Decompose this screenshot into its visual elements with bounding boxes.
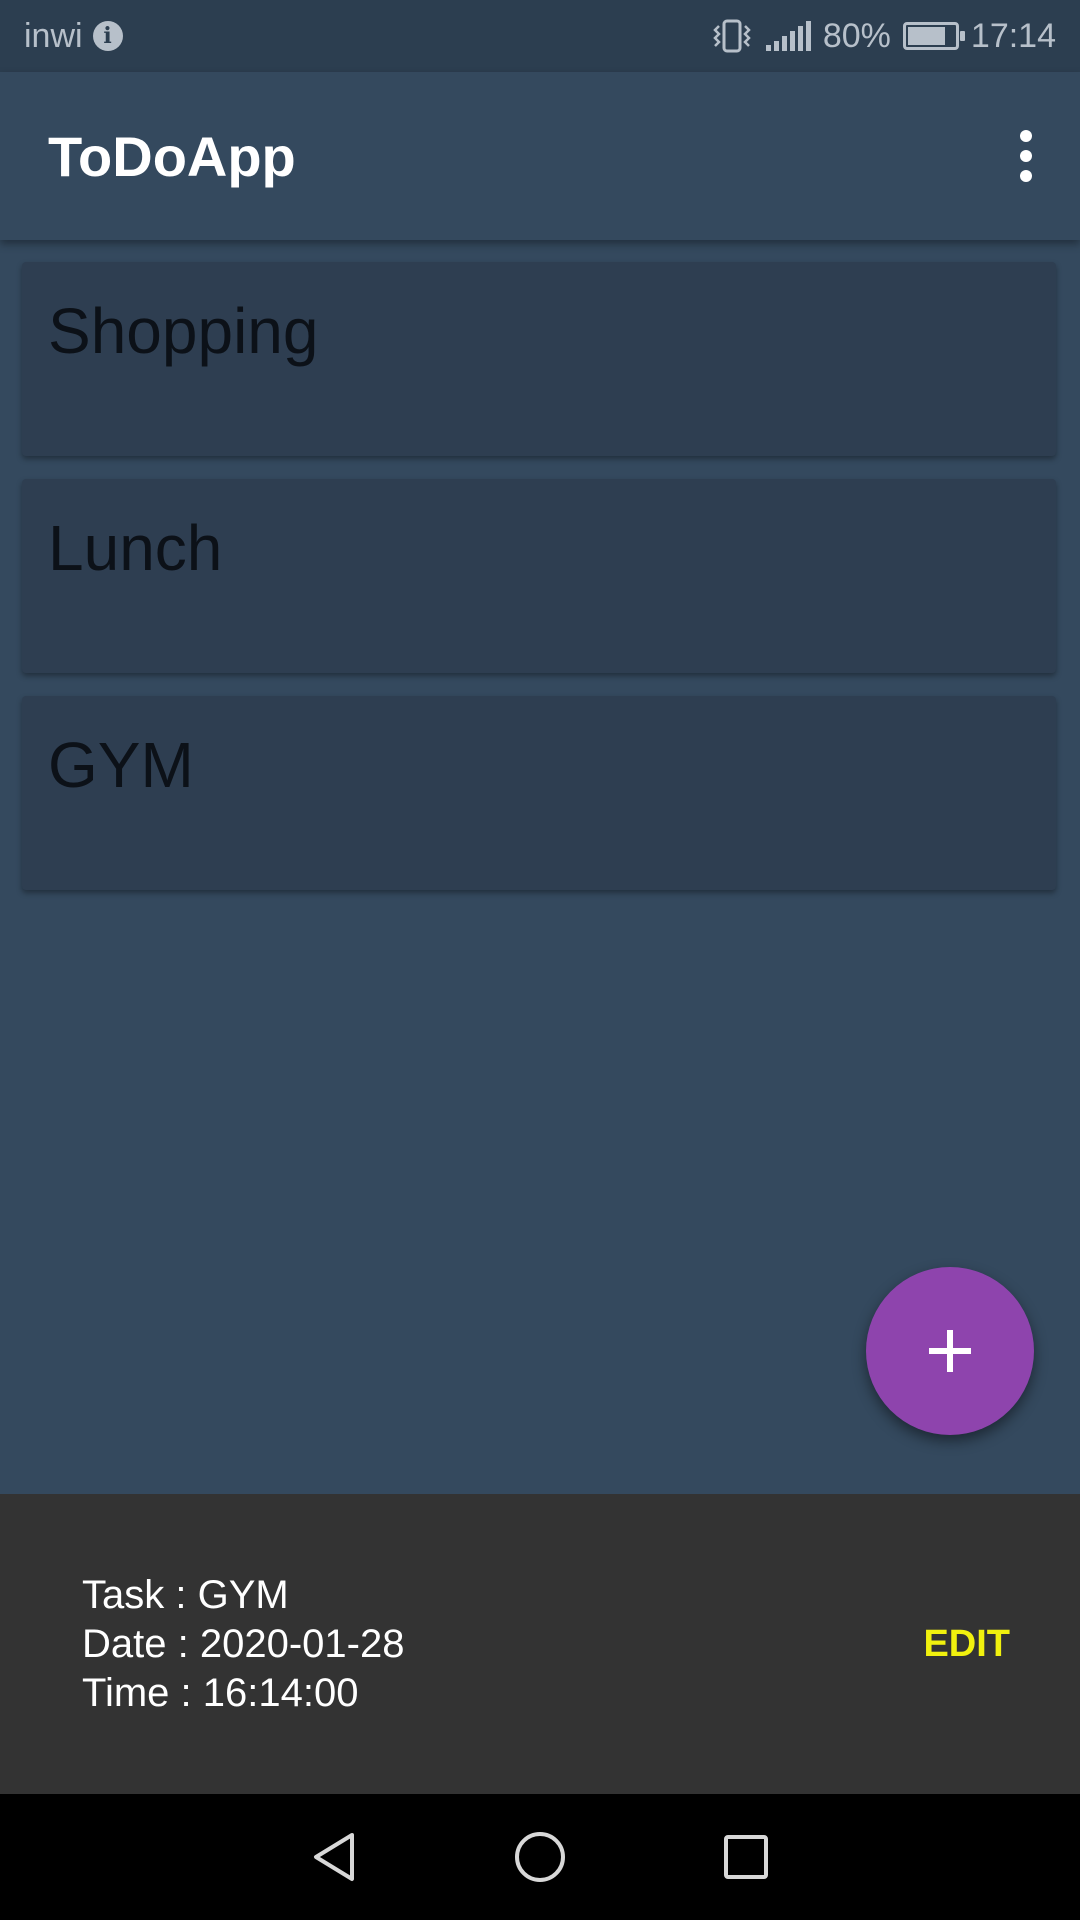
vibrate-icon bbox=[710, 18, 754, 54]
task-title: Lunch bbox=[48, 512, 223, 584]
home-icon[interactable] bbox=[512, 1827, 568, 1887]
task-card[interactable]: Lunch bbox=[22, 479, 1056, 673]
task-card[interactable]: GYM bbox=[22, 696, 1056, 890]
carrier-name: inwi bbox=[24, 16, 83, 55]
snackbar-task-line: Task : GYM bbox=[82, 1572, 289, 1617]
recents-icon[interactable] bbox=[718, 1827, 774, 1887]
task-title: GYM bbox=[48, 729, 194, 801]
clock: 17:14 bbox=[970, 16, 1056, 55]
task-card[interactable]: Shopping bbox=[22, 262, 1056, 456]
more-vert-icon[interactable] bbox=[1006, 116, 1046, 196]
status-left: inwi i bbox=[24, 17, 123, 56]
task-list: Shopping Lunch GYM bbox=[22, 262, 1056, 913]
back-icon[interactable] bbox=[306, 1827, 362, 1887]
snackbar-date-line: Date : 2020-01-28 bbox=[82, 1621, 405, 1666]
snackbar-time-line: Time : 16:14:00 bbox=[82, 1670, 359, 1715]
status-right: 80% 17:14 bbox=[710, 17, 1056, 56]
status-bar: inwi i 80% 17:14 bbox=[0, 0, 1080, 72]
app-title: ToDoApp bbox=[48, 124, 296, 188]
app-bar: ToDoApp bbox=[0, 72, 1080, 240]
info-icon: i bbox=[92, 21, 123, 51]
navigation-bar bbox=[0, 1794, 1080, 1920]
snackbar-text: Task : GYM Date : 2020-01-28 Time : 16:1… bbox=[82, 1571, 404, 1718]
battery-icon bbox=[902, 22, 965, 50]
add-task-button[interactable] bbox=[866, 1267, 1034, 1435]
snackbar: Task : GYM Date : 2020-01-28 Time : 16:1… bbox=[0, 1494, 1080, 1794]
edit-button[interactable]: EDIT bbox=[923, 1623, 1010, 1666]
battery-fill bbox=[907, 27, 945, 45]
signal-icon bbox=[765, 21, 811, 51]
task-title: Shopping bbox=[48, 295, 319, 367]
battery-percent: 80% bbox=[822, 16, 891, 55]
plus-icon bbox=[929, 1330, 971, 1372]
